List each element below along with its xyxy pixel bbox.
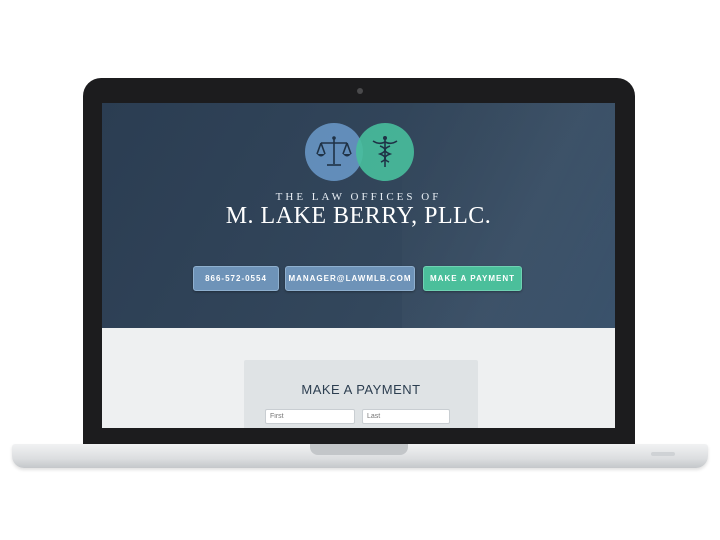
first-name-input[interactable]: [265, 409, 355, 424]
caduceus-icon: [372, 136, 398, 167]
email-button[interactable]: MANAGER@LAWMLB.COM: [285, 266, 415, 291]
payment-form-title: MAKE A PAYMENT: [301, 382, 421, 397]
firm-tagline: THE LAW OFFICES OF: [275, 191, 442, 203]
payment-form-card: MAKE A PAYMENT: [244, 360, 478, 428]
phone-button[interactable]: 866-572-0554: [193, 266, 279, 291]
website-screen: THE LAW OFFICES OF M. LAKE BERRY, PLLC. …: [102, 103, 615, 428]
make-payment-button[interactable]: MAKE A PAYMENT: [423, 266, 522, 291]
last-name-input[interactable]: [362, 409, 450, 424]
hero-section: THE LAW OFFICES OF M. LAKE BERRY, PLLC. …: [102, 103, 615, 328]
laptop-indicator-light: [651, 452, 675, 456]
laptop-hinge-notch: [310, 444, 408, 455]
firm-name: M. LAKE BERRY, PLLC.: [225, 203, 492, 229]
scales-of-justice-icon: [316, 136, 352, 166]
camera-icon: [357, 88, 363, 94]
